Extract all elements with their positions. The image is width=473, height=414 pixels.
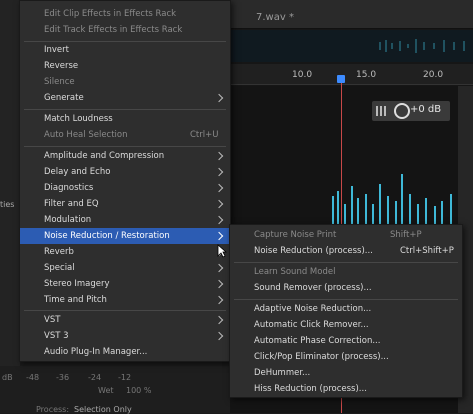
menu-item-diagnostics[interactable]: Diagnostics bbox=[20, 180, 230, 196]
submenu-arrow-icon bbox=[214, 167, 224, 177]
tiles-label: ties bbox=[0, 200, 15, 209]
menu-item-plugin-manager[interactable]: Audio Plug-In Manager... bbox=[20, 344, 230, 360]
ruler-tick: 10.0 bbox=[292, 70, 313, 80]
submenu-arrow-icon bbox=[214, 231, 224, 241]
shortcut-label: Ctrl+U bbox=[190, 130, 219, 140]
submenu-item-automatic-click-remover[interactable]: Automatic Click Remover... bbox=[230, 317, 462, 333]
submenu-arrow-icon bbox=[214, 199, 224, 209]
menu-item-auto-heal[interactable]: Auto Heal Selection Ctrl+U bbox=[20, 127, 230, 143]
submenu-item-hiss-reduction[interactable]: Hiss Reduction (process)... bbox=[230, 381, 462, 397]
submenu-arrow-icon bbox=[214, 295, 224, 305]
submenu-arrow-icon bbox=[214, 279, 224, 289]
menu-item-vst[interactable]: VST bbox=[20, 312, 230, 328]
meter-icon bbox=[376, 106, 388, 116]
submenu-arrow-icon bbox=[214, 183, 224, 193]
menu-item-delay-echo[interactable]: Delay and Echo bbox=[20, 164, 230, 180]
menu-separator bbox=[24, 109, 226, 110]
submenu-item-automatic-phase-correction[interactable]: Automatic Phase Correction... bbox=[230, 333, 462, 349]
menu-item-amplitude-compression[interactable]: Amplitude and Compression bbox=[20, 148, 230, 164]
overview-waveform[interactable] bbox=[230, 30, 473, 62]
menu-item-silence[interactable]: Silence bbox=[20, 74, 230, 90]
menu-item-vst3[interactable]: VST 3 bbox=[20, 328, 230, 344]
submenu-item-noise-reduction-process[interactable]: Noise Reduction (process)... Ctrl+Shift+P bbox=[230, 243, 462, 259]
menu-item-time-pitch[interactable]: Time and Pitch bbox=[20, 292, 230, 308]
volume-knob-icon[interactable] bbox=[394, 103, 410, 119]
db-scale-label: -12 bbox=[118, 373, 132, 382]
db-scale-label: -36 bbox=[56, 373, 70, 382]
submenu-item-adaptive-noise-reduction[interactable]: Adaptive Noise Reduction... bbox=[230, 301, 462, 317]
db-scale-label: dB bbox=[2, 373, 13, 382]
menu-item-modulation[interactable]: Modulation bbox=[20, 212, 230, 228]
mouse-cursor-icon bbox=[217, 244, 227, 258]
db-scale-label: -24 bbox=[88, 373, 102, 382]
submenu-arrow-icon bbox=[214, 215, 224, 225]
submenu-arrow-icon bbox=[214, 93, 224, 103]
db-scale-label: -48 bbox=[26, 373, 40, 382]
submenu-arrow-icon bbox=[214, 263, 224, 273]
submenu-item-learn-sound-model[interactable]: Learn Sound Model bbox=[230, 264, 462, 280]
effects-menu: Edit Clip Effects in Effects Rack Edit T… bbox=[19, 0, 231, 362]
shortcut-label: Ctrl+Shift+P bbox=[400, 246, 454, 256]
submenu-item-click-pop-eliminator[interactable]: Click/Pop Eliminator (process)... bbox=[230, 349, 462, 365]
menu-separator bbox=[234, 262, 458, 263]
menu-separator bbox=[24, 146, 226, 147]
menu-item-reverse[interactable]: Reverse bbox=[20, 58, 230, 74]
effect-controls-panel: dB -48 -36 -24 -12 Wet 100 % Process: Se… bbox=[0, 366, 230, 414]
ruler-tick: 15.0 bbox=[356, 70, 377, 80]
menu-item-reverb[interactable]: Reverb bbox=[20, 244, 230, 260]
menu-separator bbox=[234, 299, 458, 300]
wet-label: Wet bbox=[98, 386, 114, 395]
menu-item-special[interactable]: Special bbox=[20, 260, 230, 276]
menu-item-noise-reduction-restoration[interactable]: Noise Reduction / Restoration bbox=[20, 228, 230, 244]
playhead-marker[interactable] bbox=[337, 75, 345, 83]
menu-item-edit-clip-effects[interactable]: Edit Clip Effects in Effects Rack bbox=[20, 6, 230, 22]
hud-db-value[interactable]: +0 dB bbox=[410, 104, 441, 115]
noise-reduction-submenu: Capture Noise Print Shift+P Noise Reducti… bbox=[229, 224, 463, 398]
shortcut-label: Shift+P bbox=[390, 230, 422, 240]
editor-tab-bar: 7.wav * bbox=[230, 0, 473, 29]
submenu-arrow-icon bbox=[214, 151, 224, 161]
submenu-arrow-icon bbox=[214, 315, 224, 325]
submenu-item-dehummer[interactable]: DeHummer... bbox=[230, 365, 462, 381]
file-tab[interactable]: 7.wav * bbox=[256, 12, 294, 23]
ruler-tick: 20.0 bbox=[423, 70, 444, 80]
wet-value[interactable]: 100 % bbox=[126, 386, 151, 395]
menu-item-edit-track-effects[interactable]: Edit Track Effects in Effects Rack bbox=[20, 22, 230, 38]
submenu-item-sound-remover[interactable]: Sound Remover (process)... bbox=[230, 280, 462, 296]
menu-item-match-loudness[interactable]: Match Loudness bbox=[20, 111, 230, 127]
menu-item-invert[interactable]: Invert bbox=[20, 42, 230, 58]
menu-item-generate[interactable]: Generate bbox=[20, 90, 230, 106]
menu-item-filter-eq[interactable]: Filter and EQ bbox=[20, 196, 230, 212]
menu-separator bbox=[24, 310, 226, 311]
submenu-item-capture-noise-print[interactable]: Capture Noise Print Shift+P bbox=[230, 227, 462, 243]
submenu-arrow-icon bbox=[214, 331, 224, 341]
menu-item-stereo-imagery[interactable]: Stereo Imagery bbox=[20, 276, 230, 292]
